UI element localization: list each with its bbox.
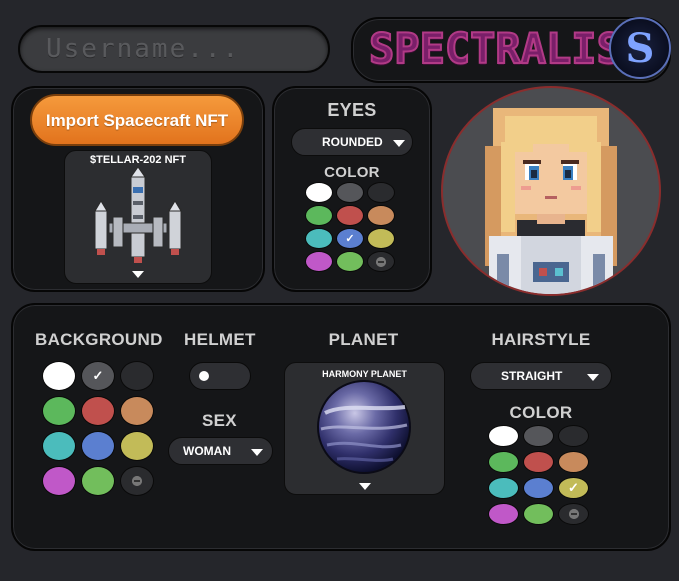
- bg-swatch-gray[interactable]: [81, 361, 115, 391]
- planet-card[interactable]: HARMONY PLANET: [284, 362, 445, 495]
- logo-text: SPECTRALIS: [368, 24, 623, 74]
- import-spacecraft-nft-button[interactable]: Import Spacecraft NFT: [30, 94, 244, 146]
- hair-swatch-magenta[interactable]: [488, 503, 519, 525]
- hair-swatch-blue[interactable]: [523, 477, 554, 499]
- avatar-image: [485, 108, 617, 294]
- caret-down-icon[interactable]: [359, 483, 371, 490]
- eyes-color-grid: [305, 182, 395, 272]
- bg-swatch-lime[interactable]: [81, 466, 115, 496]
- caret-down-icon: [393, 140, 405, 147]
- bg-swatch-green[interactable]: [42, 396, 76, 426]
- hair-swatch-none-icon[interactable]: [558, 503, 589, 525]
- background-heading: BACKGROUND: [35, 330, 163, 349]
- eyes-shape-value: ROUNDED: [322, 135, 383, 149]
- background-color-grid: [42, 361, 154, 496]
- hair-swatch-gray[interactable]: [523, 425, 554, 447]
- hairstyle-select[interactable]: STRAIGHT: [470, 362, 612, 390]
- nft-card[interactable]: $TELLAR-202 NFT: [64, 150, 212, 284]
- eyes-swatch-gray[interactable]: [336, 182, 364, 203]
- import-panel: Import Spacecraft NFT $TELLAR-202 NFT: [11, 86, 265, 292]
- helmet-toggle[interactable]: [189, 362, 251, 390]
- eyes-color-heading: COLOR: [324, 164, 380, 181]
- caret-down-icon: [587, 374, 599, 381]
- eyes-swatch-tan[interactable]: [367, 205, 395, 226]
- hairstyle-value: STRAIGHT: [501, 369, 563, 383]
- toggle-knob: [199, 371, 209, 381]
- eyes-swatch-blue[interactable]: [336, 228, 364, 249]
- planet-heading: PLANET: [328, 330, 399, 349]
- planet-image: [317, 380, 411, 474]
- hairstyle-heading: HAIRSTYLE: [491, 330, 591, 349]
- bg-swatch-olive[interactable]: [120, 431, 154, 461]
- hair-swatch-lime[interactable]: [523, 503, 554, 525]
- hair-color-grid: [488, 425, 589, 525]
- caret-down-icon: [251, 449, 263, 456]
- bg-swatch-dark[interactable]: [120, 361, 154, 391]
- eyes-swatch-red[interactable]: [336, 205, 364, 226]
- eyes-swatch-teal[interactable]: [305, 228, 333, 249]
- bg-swatch-none-icon[interactable]: [120, 466, 154, 496]
- eyes-swatch-dark[interactable]: [367, 182, 395, 203]
- sex-select[interactable]: WOMAN: [168, 437, 273, 465]
- hair-swatch-dark[interactable]: [558, 425, 589, 447]
- logo-badge-letter: S: [625, 24, 655, 72]
- spaceship-image: [94, 166, 182, 263]
- eyes-swatch-lime[interactable]: [336, 251, 364, 272]
- bg-swatch-magenta[interactable]: [42, 466, 76, 496]
- eyes-swatch-none-icon[interactable]: [367, 251, 395, 272]
- bg-swatch-teal[interactable]: [42, 431, 76, 461]
- avatar-portrait: [441, 86, 661, 296]
- hair-swatch-tan[interactable]: [558, 451, 589, 473]
- helmet-heading: HELMET: [184, 330, 256, 349]
- logo-badge-icon: S: [609, 17, 671, 79]
- hair-color-heading: COLOR: [509, 403, 573, 422]
- eyes-heading: EYES: [327, 100, 377, 120]
- hair-swatch-olive[interactable]: [558, 477, 589, 499]
- eyes-swatch-white[interactable]: [305, 182, 333, 203]
- logo: SPECTRALIS S: [351, 17, 671, 83]
- hair-swatch-teal[interactable]: [488, 477, 519, 499]
- sex-value: WOMAN: [183, 444, 231, 458]
- eyes-swatch-green[interactable]: [305, 205, 333, 226]
- eyes-swatch-magenta[interactable]: [305, 251, 333, 272]
- caret-down-icon[interactable]: [132, 271, 144, 278]
- eyes-panel: EYES ROUNDED COLOR: [272, 86, 432, 292]
- bg-swatch-red[interactable]: [81, 396, 115, 426]
- hair-swatch-green[interactable]: [488, 451, 519, 473]
- hair-swatch-red[interactable]: [523, 451, 554, 473]
- sex-heading: SEX: [202, 411, 237, 430]
- bg-swatch-tan[interactable]: [120, 396, 154, 426]
- bg-swatch-blue[interactable]: [81, 431, 115, 461]
- username-input[interactable]: Username...: [18, 25, 330, 73]
- hair-swatch-white[interactable]: [488, 425, 519, 447]
- eyes-shape-select[interactable]: ROUNDED: [291, 128, 413, 156]
- bg-swatch-white[interactable]: [42, 361, 76, 391]
- eyes-swatch-olive[interactable]: [367, 228, 395, 249]
